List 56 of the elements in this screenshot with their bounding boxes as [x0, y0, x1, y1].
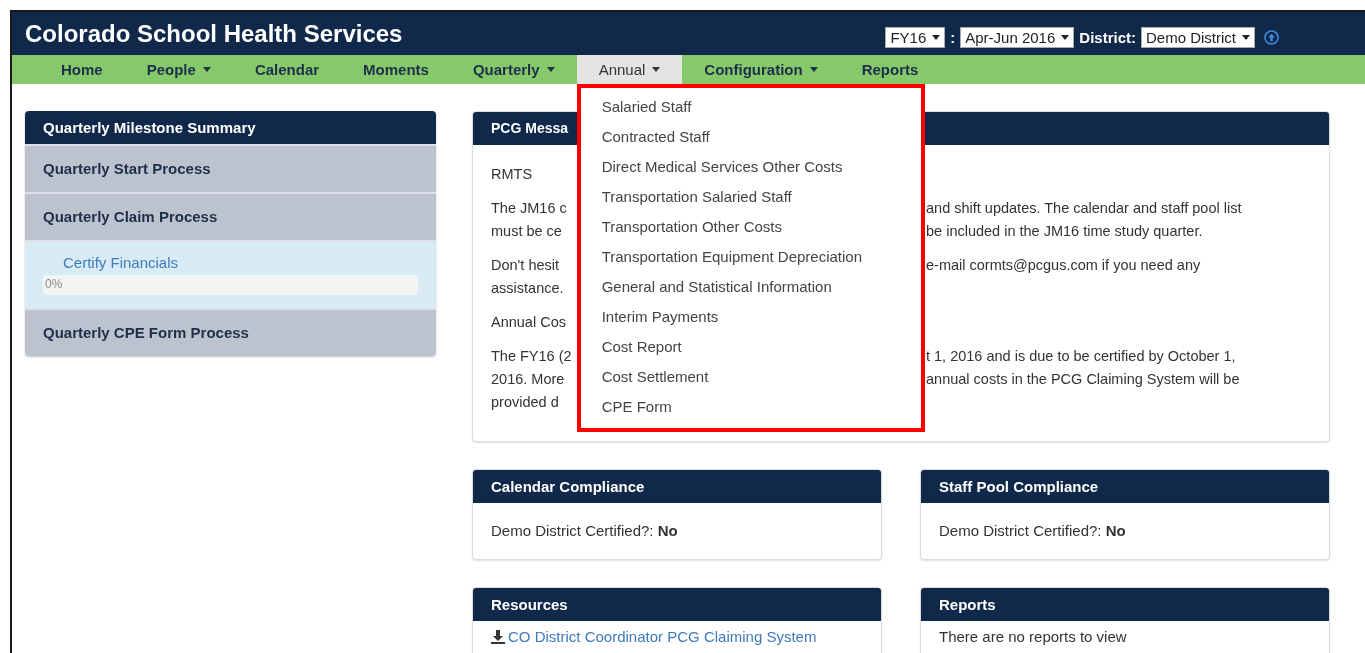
- section-header[interactable]: Quarterly Claim Process: [25, 192, 436, 240]
- message-text: and shift updates. The calendar and staff pool list: [926, 199, 1242, 218]
- menu-item[interactable]: Cost Report: [580, 332, 921, 362]
- message-text: e-mail cormts@pcgus.com if you need any: [926, 256, 1201, 275]
- message-text: RMTS: [491, 165, 533, 184]
- nav-tab[interactable]: Home: [39, 55, 125, 84]
- app-title: Colorado School Health Services: [25, 19, 404, 48]
- district-select[interactable]: Demo District: [1141, 27, 1255, 48]
- panel-header: Resources: [473, 588, 881, 621]
- message-text: Annual Cos: [491, 313, 566, 332]
- download-icon: [491, 629, 505, 644]
- menu-item[interactable]: Direct Medical Services Other Costs: [580, 152, 921, 182]
- message-text: assistance.: [491, 279, 564, 298]
- section-header[interactable]: Quarterly Start Process: [25, 144, 436, 192]
- message-text: 2016. More: [491, 370, 565, 389]
- resource-link[interactable]: CO District Coordinator PCG Claiming System: [508, 628, 817, 645]
- panel-header: Reports: [921, 588, 1329, 621]
- menu-item[interactable]: Transportation Salaried Staff: [580, 182, 921, 212]
- nav-tab[interactable]: Moments: [341, 55, 451, 84]
- task-link[interactable]: Certify Financials: [63, 254, 179, 271]
- nav-tab[interactable]: Annual: [576, 55, 683, 84]
- message-text: t 1, 2016 and is due to be certified by October 1,: [926, 347, 1236, 366]
- message-text: The JM16 c: [491, 199, 567, 218]
- menu-item[interactable]: General and Statistical Information: [580, 272, 921, 302]
- nav-tab[interactable]: Configuration: [682, 55, 840, 84]
- nav-tab[interactable]: Calendar: [232, 55, 342, 84]
- progress-label: 0%: [45, 277, 63, 291]
- certified-text: Demo District Certified?: No: [939, 522, 1126, 539]
- nav-tab[interactable]: People: [124, 55, 233, 84]
- menu-item[interactable]: Cost Settlement: [580, 362, 921, 392]
- nav-tab[interactable]: Reports: [839, 55, 941, 84]
- scroll-up-icon[interactable]: [1264, 30, 1279, 45]
- district-label: District:: [1079, 29, 1136, 46]
- menu-item[interactable]: CPE Form: [580, 392, 921, 422]
- separator-text: :: [950, 29, 956, 46]
- message-text: be included in the JM16 time study quarter.: [926, 222, 1203, 241]
- message-text: annual costs in the PCG Claiming System will be: [926, 370, 1240, 389]
- menu-item[interactable]: Interim Payments: [580, 302, 921, 332]
- section-header[interactable]: Quarterly CPE Form Process: [25, 308, 436, 356]
- menu-item[interactable]: Transportation Other Costs: [580, 212, 921, 242]
- panel-header: Calendar Compliance: [473, 470, 881, 503]
- caret-icon: [932, 35, 941, 40]
- message-text: must be ce: [491, 222, 562, 241]
- caret-icon: [1061, 35, 1070, 40]
- fiscal-year-select[interactable]: FY16: [885, 27, 946, 48]
- message-text: The FY16 (2: [491, 347, 572, 366]
- caret-icon: [1242, 35, 1250, 40]
- message-text: Don't hesit: [491, 256, 560, 275]
- certified-text: Demo District Certified?: No: [491, 522, 678, 539]
- nav-tab[interactable]: Quarterly: [450, 55, 577, 84]
- panel-header: Staff Pool Compliance: [921, 470, 1329, 503]
- message-text: provided d: [491, 393, 559, 412]
- menu-item[interactable]: Transportation Equipment Depreciation: [580, 242, 921, 272]
- quarter-select[interactable]: Apr-Jun 2016: [960, 27, 1075, 48]
- panel-header: Quarterly Milestone Summary: [25, 111, 436, 144]
- empty-message: There are no reports to view: [939, 628, 1127, 645]
